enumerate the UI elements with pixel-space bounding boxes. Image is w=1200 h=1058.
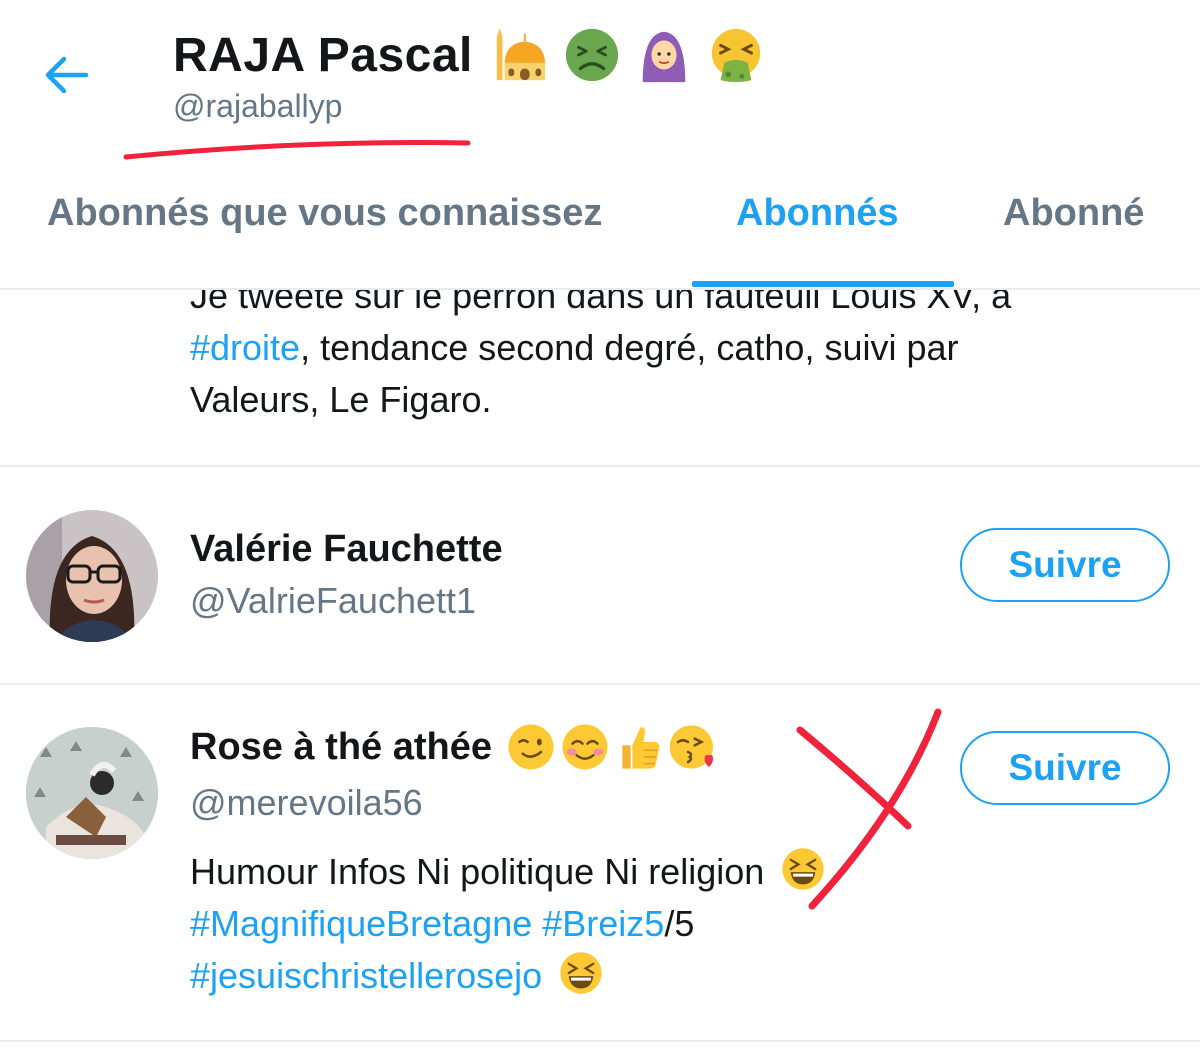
user-bio: Humour Infos Ni politique Ni religion #M…: [190, 846, 1090, 1002]
mosque-icon: [496, 27, 546, 81]
title-emoji-group: [491, 26, 765, 84]
tab-bar: Abonnés que vous connaissez Abonnés Abon…: [0, 180, 1200, 288]
hashtag-link[interactable]: #MagnifiqueBretagne: [190, 903, 532, 944]
tab-followers-you-know[interactable]: Abonnés que vous connaissez: [47, 192, 602, 235]
back-arrow-icon: [45, 56, 89, 94]
row-divider: [0, 1040, 1200, 1042]
hashtag-link[interactable]: #droite: [190, 327, 300, 368]
smiling-face-icon: [562, 724, 608, 770]
grinning-squinting-face-icon: [782, 848, 824, 890]
hashtag-link[interactable]: #jesuischristellerosejo: [190, 955, 542, 996]
follow-button[interactable]: Suivre: [960, 528, 1170, 602]
bio-line: Valeurs, Le Figaro.: [190, 379, 492, 420]
avatar[interactable]: [26, 727, 158, 859]
row-divider: [0, 683, 1200, 685]
page-title: RAJA Pascal: [173, 28, 473, 82]
face-blowing-kiss-icon: [669, 725, 713, 769]
user-name[interactable]: Rose à thé athée: [190, 726, 492, 769]
user-photo: [26, 510, 158, 642]
tab-following[interactable]: Abonné: [1003, 192, 1144, 235]
grinning-squinting-face-icon: [560, 952, 602, 994]
bio-text: Humour Infos Ni politique Ni religion: [190, 851, 765, 892]
name-emoji-group: [506, 722, 718, 772]
back-button[interactable]: [40, 50, 100, 100]
hashtag-link[interactable]: #Breiz5: [542, 903, 664, 944]
nauseated-face-icon: [565, 28, 618, 82]
winking-face-icon: [508, 724, 554, 770]
user-handle: @ValrieFauchett1: [190, 580, 477, 621]
active-tab-indicator: [692, 281, 954, 287]
user-name-row: Valérie Fauchette: [190, 528, 503, 571]
thumbs-up-icon: [622, 727, 660, 769]
avatar[interactable]: [26, 510, 158, 642]
tabs-divider: [0, 288, 1200, 290]
user-name[interactable]: Valérie Fauchette: [190, 528, 503, 571]
profile-handle: @rajaballyp: [173, 88, 343, 124]
title-row: RAJA Pascal: [173, 20, 765, 90]
profile-header: RAJA Pascal @rajaballyp Abonnés que vous…: [0, 0, 1200, 290]
bio-text: , tendance second degré, catho, suivi pa…: [300, 327, 959, 368]
red-cross-mark: [796, 726, 912, 830]
user-handle: @merevoila56: [190, 782, 423, 823]
user-photo: [26, 727, 158, 859]
bio-text: /5: [664, 903, 695, 944]
user-name-row: Rose à thé athée: [190, 722, 718, 772]
vomiting-face-icon: [711, 28, 761, 83]
row-divider: [0, 465, 1200, 467]
follow-button[interactable]: Suivre: [960, 731, 1170, 805]
woman-with-headscarf-icon: [642, 31, 686, 83]
previous-user-bio: Je tweete sur le perron dans un fauteuil…: [190, 270, 1180, 426]
tab-followers[interactable]: Abonnés: [736, 192, 899, 235]
